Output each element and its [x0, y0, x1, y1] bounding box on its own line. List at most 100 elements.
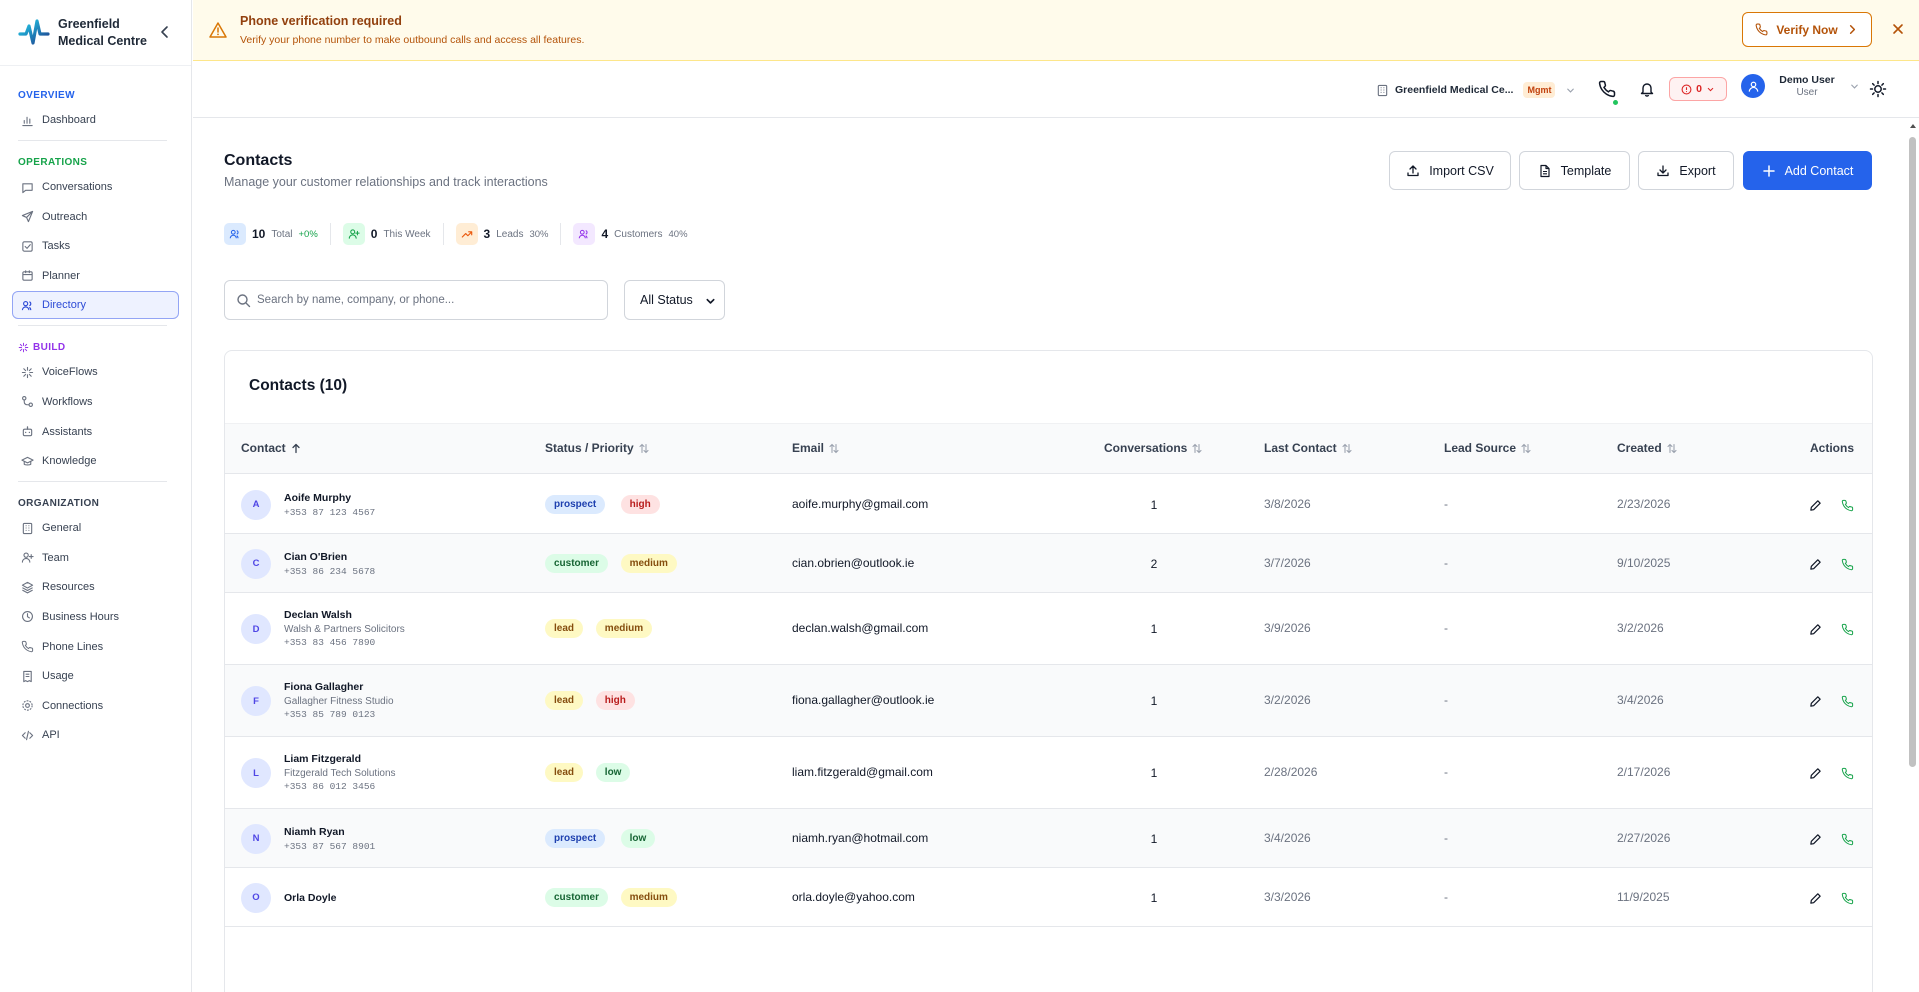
theme-toggle-sun-icon[interactable] — [1869, 80, 1887, 98]
last-contact-date: 2/28/2026 — [1264, 765, 1318, 779]
sidebar-item-label: General — [42, 522, 82, 535]
phone-icon — [1755, 23, 1768, 36]
sidebar-item-voiceflows[interactable]: VoiceFlows — [12, 358, 179, 386]
sidebar-item-api[interactable]: API — [12, 721, 179, 749]
close-banner-icon[interactable] — [1891, 22, 1905, 36]
table-row[interactable]: L Liam Fitzgerald Fitzgerald Tech Solution… — [225, 737, 1872, 809]
call-phone-icon[interactable] — [1841, 695, 1854, 708]
sidebar-item-phone-lines[interactable]: Phone Lines — [12, 633, 179, 661]
edit-pencil-icon[interactable] — [1809, 767, 1822, 780]
sort-icon — [639, 443, 649, 453]
scrollbar-thumb[interactable] — [1909, 137, 1916, 767]
export-button[interactable]: Export — [1638, 151, 1734, 190]
table-row[interactable]: F Fiona Gallagher Gallagher Fitness Studio… — [225, 665, 1872, 737]
column-header-contact[interactable]: Contact — [241, 441, 301, 455]
edit-pencil-icon[interactable] — [1809, 695, 1822, 708]
edit-pencil-icon[interactable] — [1809, 833, 1822, 846]
call-phone-icon[interactable] — [1841, 558, 1854, 571]
sidebar-item-outreach[interactable]: Outreach — [12, 203, 179, 231]
workflow-icon — [22, 396, 33, 408]
column-header-created[interactable]: Created — [1617, 441, 1677, 455]
search-input[interactable] — [257, 281, 597, 319]
sidebar-item-assistants[interactable]: Assistants — [12, 418, 179, 446]
sidebar-item-dashboard[interactable]: Dashboard — [12, 106, 179, 134]
stat-label: Total — [271, 228, 293, 240]
table-row[interactable]: O Orla Doyle customer medium orla.doyle@yaho… — [225, 868, 1872, 927]
status-filter-select[interactable]: All Status — [624, 280, 725, 320]
priority-badge: medium — [595, 619, 653, 638]
sidebar-item-usage[interactable]: Usage — [12, 662, 179, 690]
call-phone-icon[interactable] — [1841, 892, 1854, 905]
sidebar-item-knowledge[interactable]: Knowledge — [12, 447, 179, 475]
stat-value: 10 — [252, 227, 266, 241]
stats-bar: 10 Total +0% 0 This Week 3 Leads 30% 4 Customers 4… — [224, 223, 712, 245]
sidebar-item-conversations[interactable]: Conversations — [12, 173, 179, 201]
user-info: Demo User User — [1773, 74, 1841, 98]
sidebar-item-label: Resources — [42, 581, 95, 594]
sidebar-item-team[interactable]: Team — [12, 544, 179, 572]
template-button[interactable]: Template — [1519, 151, 1630, 190]
brand-name: Greenfield Medical Centre — [58, 16, 147, 48]
settings-icon — [22, 700, 33, 711]
user-menu[interactable]: Demo User User — [1741, 74, 1860, 98]
column-header-email[interactable]: Email — [792, 441, 839, 455]
sidebar-item-label: Phone Lines — [42, 640, 104, 653]
graduation-icon — [21, 456, 34, 466]
lead-source: - — [1444, 693, 1448, 707]
sort-icon — [1521, 443, 1531, 453]
sidebar-item-workflows[interactable]: Workflows — [12, 388, 179, 416]
stat-customers: 4 Customers 40% — [573, 223, 699, 245]
phone-icon — [21, 640, 34, 653]
column-header-status[interactable]: Status / Priority — [545, 441, 649, 455]
stat-value: 0 — [370, 227, 378, 241]
sidebar-item-general[interactable]: General — [12, 514, 179, 542]
add-contact-button[interactable]: Add Contact — [1743, 151, 1872, 190]
sidebar-item-tasks[interactable]: Tasks — [12, 232, 179, 260]
import-csv-button[interactable]: Import CSV — [1389, 151, 1511, 190]
stat-value: 3 — [483, 227, 491, 241]
calendar-icon — [22, 270, 33, 281]
code-icon — [21, 730, 34, 741]
table-row[interactable]: D Declan Walsh Walsh & Partners Solicitors… — [225, 593, 1872, 665]
column-header-conversations[interactable]: Conversations — [1104, 441, 1202, 455]
stat-this-week: 0 This Week — [342, 223, 444, 245]
org-switcher[interactable]: Greenfield Medical Ce... Mgmt — [1376, 78, 1576, 102]
chevron-down-icon — [706, 298, 715, 304]
edit-pencil-icon[interactable] — [1809, 558, 1822, 571]
sidebar-item-planner[interactable]: Planner — [12, 262, 179, 290]
table-row[interactable]: N Niamh Ryan +353 87 567 8901 prospect low ni… — [225, 809, 1872, 868]
conversation-count: 1 — [1150, 890, 1158, 905]
sidebar-item-label: Tasks — [42, 240, 71, 253]
table-row[interactable]: C Cian O'Brien +353 86 234 5678 customer med… — [225, 534, 1872, 593]
bell-icon[interactable] — [1639, 81, 1655, 97]
scroll-up-arrow-icon[interactable] — [1909, 122, 1917, 130]
sort-ascending-icon — [292, 443, 300, 453]
dialer-phone-icon[interactable] — [1598, 80, 1616, 98]
call-phone-icon[interactable] — [1841, 833, 1854, 846]
clock-icon — [22, 611, 33, 623]
table-row[interactable]: A Aoife Murphy +353 87 123 4567 prospect hig… — [225, 475, 1872, 534]
collapse-sidebar-icon[interactable] — [158, 25, 172, 39]
sidebar-item-business-hours[interactable]: Business Hours — [12, 603, 179, 631]
sidebar-item-connections[interactable]: Connections — [12, 692, 179, 720]
status-badge: lead — [545, 763, 584, 782]
call-phone-icon[interactable] — [1841, 623, 1854, 636]
lead-source: - — [1444, 889, 1448, 904]
column-header-lead-source[interactable]: Lead Source — [1444, 441, 1531, 455]
edit-pencil-icon[interactable] — [1809, 892, 1822, 905]
created-date: 3/4/2026 — [1617, 693, 1664, 707]
last-contact-date: 3/7/2026 — [1264, 555, 1311, 570]
edit-pencil-icon[interactable] — [1809, 499, 1822, 512]
column-header-last-contact[interactable]: Last Contact — [1264, 441, 1352, 455]
alerts-dropdown[interactable]: 0 — [1669, 77, 1727, 101]
edit-pencil-icon[interactable] — [1809, 623, 1822, 636]
sidebar-item-directory[interactable]: Directory — [12, 291, 179, 320]
priority-badge: low — [595, 763, 631, 782]
chart-bar-icon — [22, 116, 33, 126]
call-phone-icon[interactable] — [1841, 767, 1854, 780]
call-phone-icon[interactable] — [1841, 499, 1854, 512]
sidebar-item-resources[interactable]: Resources — [12, 573, 179, 601]
export-label: Export — [1679, 163, 1716, 178]
verify-now-button[interactable]: Verify Now — [1742, 12, 1872, 47]
search-field[interactable] — [224, 280, 608, 320]
